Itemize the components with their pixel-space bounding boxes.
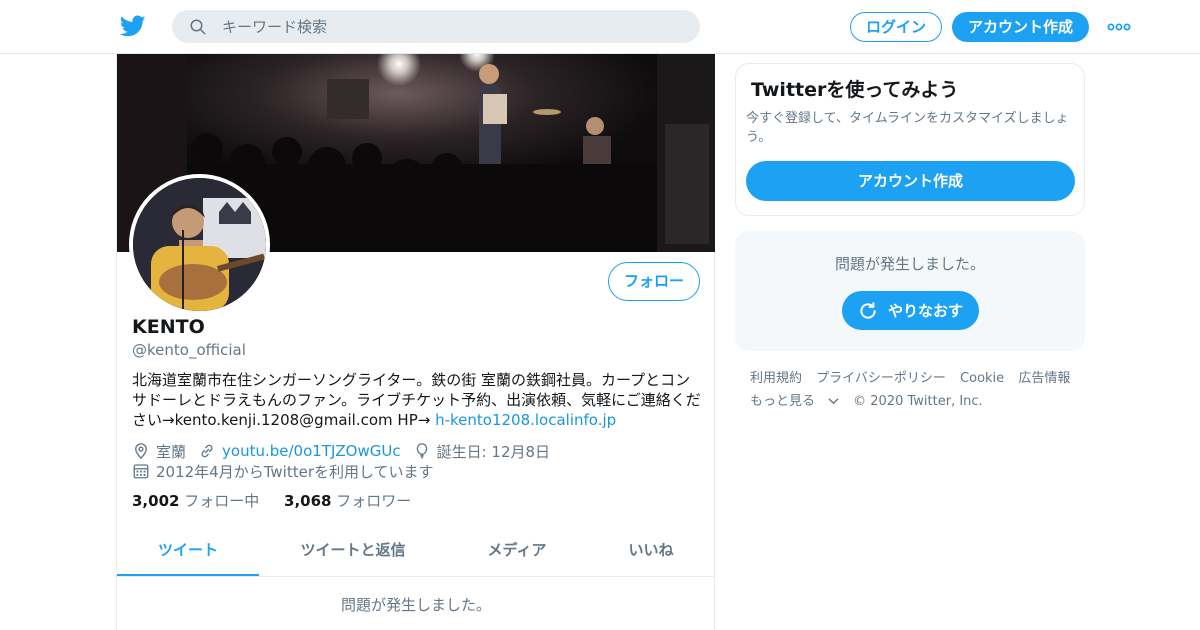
tab-tweets-and-replies[interactable]: ツイートと返信: [259, 528, 447, 576]
sidebar-error-message: 問題が発生しました。: [834, 255, 985, 273]
profile-handle: @kento_official: [132, 341, 246, 359]
footer-link-more[interactable]: もっと見る: [750, 394, 839, 409]
footer-link-more-label: もっと見る: [750, 394, 816, 409]
tab-likes[interactable]: いいね: [587, 528, 715, 576]
twitter-bird-icon[interactable]: [120, 13, 146, 39]
following-count-link[interactable]: 3,002 フォロー中: [132, 492, 259, 510]
link-icon: [201, 444, 213, 458]
search-icon: [190, 19, 206, 35]
footer-copyright: © 2020 Twitter, Inc.: [853, 394, 983, 409]
profile-column: フォロー KENTO @kento_official 北海道室蘭市在住シンガーソ…: [116, 54, 715, 630]
following-label: フォロー中: [184, 492, 260, 510]
top-bar: ログイン アカウント作成: [0, 0, 1200, 54]
calendar-icon: [133, 464, 149, 479]
timeline-error-message: 問題が発生しました。: [340, 596, 491, 614]
profile-joined-row: 2012年4月からTwitterを利用しています: [132, 461, 434, 481]
profile-location: 室蘭: [156, 442, 187, 461]
search-input[interactable]: [222, 10, 682, 43]
tab-media[interactable]: メディア: [447, 528, 587, 576]
bio-homepage-link[interactable]: h-kento1208.localinfo.jp: [435, 411, 616, 429]
signup-card-title: Twitterを使ってみよう: [751, 79, 959, 101]
followers-count: 3,068: [284, 492, 332, 510]
footer-link-ads[interactable]: 広告情報: [1018, 371, 1070, 386]
profile-meta-row: 室蘭 youtu.be/0o1TJZOwGUc 誕生日: 12月8日: [132, 441, 550, 461]
footer-link-privacy[interactable]: プライバシーポリシー: [816, 371, 946, 386]
follow-counts: 3,002 フォロー中 3,068 フォロワー: [132, 490, 431, 511]
signup-card-description: 今すぐ登録して、タイムラインをカスタマイズしましょう。: [746, 111, 1069, 145]
profile-tabs: ツイート ツイートと返信 メディア いいね: [117, 528, 715, 577]
search-bar[interactable]: [172, 10, 700, 43]
footer-links: 利用規約 プライバシーポリシー Cookie 広告情報 もっと見る © 2020…: [750, 367, 1090, 413]
chevron-down-icon: [828, 398, 839, 405]
signup-card: Twitterを使ってみよう 今すぐ登録して、タイムラインをカスタマイズしましょ…: [735, 63, 1085, 216]
retry-button[interactable]: やりなおす: [842, 291, 979, 330]
footer-link-terms[interactable]: 利用規約: [750, 371, 802, 386]
profile-avatar[interactable]: [129, 174, 270, 315]
followers-label: フォロワー: [336, 492, 412, 510]
location-icon: [135, 443, 147, 460]
profile-joined-date: 2012年4月からTwitterを利用しています: [156, 462, 434, 481]
sidebar-error-card: 問題が発生しました。 やりなおす: [735, 231, 1085, 351]
more-options-icon[interactable]: [1107, 17, 1131, 37]
refresh-icon: [860, 301, 876, 319]
following-count: 3,002: [132, 492, 180, 510]
login-button[interactable]: ログイン: [850, 12, 942, 42]
profile-bio: 北海道室蘭市在住シンガーソングライター。鉄の街 室蘭の鉄鋼社員。カープとコンサド…: [132, 370, 702, 430]
tab-tweets[interactable]: ツイート: [117, 528, 259, 576]
follow-button[interactable]: フォロー: [608, 262, 700, 301]
profile-website-link[interactable]: youtu.be/0o1TJZOwGUc: [222, 442, 401, 460]
signup-button[interactable]: アカウント作成: [952, 12, 1089, 42]
balloon-icon: [416, 443, 427, 459]
profile-name: KENTO: [132, 316, 205, 338]
footer-link-cookie[interactable]: Cookie: [960, 371, 1004, 386]
signup-card-button[interactable]: アカウント作成: [746, 161, 1075, 201]
followers-count-link[interactable]: 3,068 フォロワー: [284, 492, 411, 510]
retry-button-label: やりなおす: [887, 302, 963, 320]
profile-birthday: 誕生日: 12月8日: [436, 442, 551, 461]
